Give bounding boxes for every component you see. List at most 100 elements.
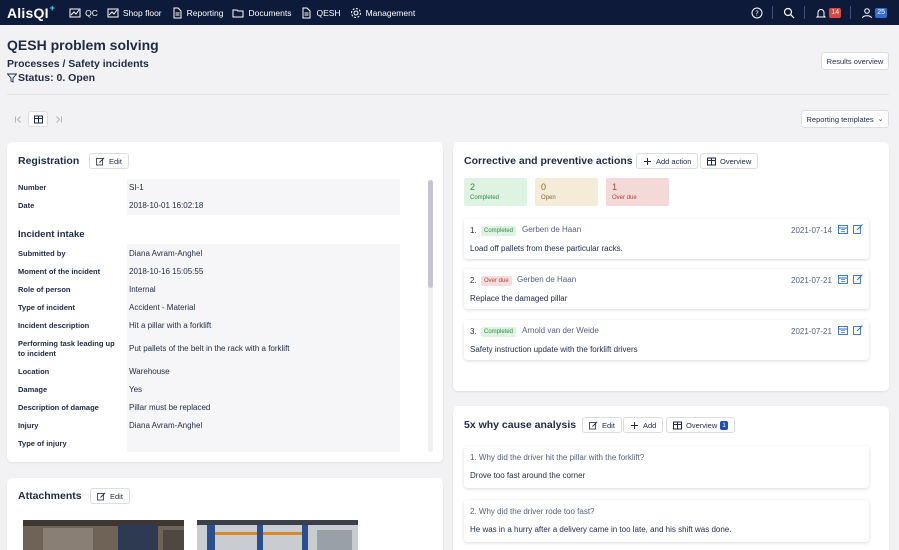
stat-label: Open	[541, 195, 556, 201]
edit-icon[interactable]	[853, 274, 863, 284]
attachments-edit-button[interactable]: Edit	[90, 488, 130, 504]
status-text: Status: 0. Open	[18, 72, 96, 84]
divider	[7, 94, 889, 95]
incident-intake-heading: Incident intake	[18, 229, 85, 240]
nav-item-documents[interactable]: Documents	[232, 7, 291, 19]
reporting-templates-label: Reporting templates	[806, 114, 874, 124]
action-item[interactable]: 2. Over due Gerben de Haan 2021-07-21 Re…	[464, 269, 869, 309]
nav-label: Shop floor	[122, 7, 162, 18]
reporting-templates-dropdown[interactable]: Reporting templates ⌄	[801, 110, 889, 128]
field-value: Put pallets of the belt in the rack with…	[129, 344, 290, 353]
scrollbar-thumb[interactable]	[428, 180, 433, 288]
field-label: Moment of the incident	[18, 267, 101, 276]
nav-item-qesh[interactable]: QESH	[300, 7, 341, 19]
add-label: Add	[643, 420, 657, 430]
nav-item-qc[interactable]: QC	[69, 7, 98, 19]
edit-label: Edit	[110, 491, 123, 501]
action-date: 2021-07-21	[791, 327, 832, 336]
action-owner: Gerben de Haan	[522, 225, 582, 234]
action-icons	[838, 325, 868, 335]
field-label-continued: to incident	[18, 349, 56, 358]
field-value: Diana Avram-Anghel	[129, 249, 203, 258]
stat-label: Completed	[470, 195, 500, 201]
calendar-icon[interactable]	[838, 274, 848, 284]
registration-scrollbar[interactable]	[428, 180, 433, 452]
nav-item-reporting[interactable]: Reporting	[171, 7, 223, 19]
open-count-tile[interactable]: 0 Open	[535, 178, 598, 206]
action-description: Load off pallets from these particular r…	[470, 244, 623, 253]
field-value: Warehouse	[129, 367, 170, 376]
registration-card: Registration Edit Number SI-1 Date 2018-…	[7, 142, 443, 462]
add-action-button[interactable]: Add action	[636, 153, 699, 169]
why-item[interactable]: 2. Why did the driver rode too fast? He …	[464, 500, 869, 542]
chevron-right-icon	[55, 115, 62, 123]
action-date: 2021-07-14	[791, 226, 832, 235]
why-overview-button[interactable]: Overview 1	[666, 417, 735, 433]
edit-label: Edit	[109, 156, 122, 166]
action-item[interactable]: 1. Completed Gerben de Haan 2021-07-14 L…	[464, 219, 869, 259]
bell-icon[interactable]	[815, 7, 827, 19]
edit-icon[interactable]	[853, 325, 863, 335]
separator	[772, 6, 774, 19]
action-item[interactable]: 3. Completed Arnold van der Weide 2021-0…	[464, 320, 869, 360]
previous-view-button[interactable]	[8, 111, 28, 127]
nav-label: Documents	[248, 7, 292, 18]
next-view-button[interactable]	[48, 111, 68, 127]
results-overview-button[interactable]: Results overview	[821, 52, 889, 70]
users-count: 25	[875, 7, 887, 18]
nav-item-shop-floor[interactable]: Shop floor	[107, 7, 162, 19]
top-navigation-bar: AlisQI + QC Shop floor Reporting Document…	[0, 0, 899, 25]
app-logo[interactable]: AlisQI +	[7, 3, 55, 21]
separator	[850, 6, 852, 19]
field-value: Yes	[129, 385, 143, 394]
attachment-thumbnail[interactable]	[197, 520, 358, 550]
action-description: Replace the damaged pillar	[470, 294, 568, 303]
action-number: 1.	[470, 226, 477, 235]
field-value: 2018-10-16 15:05:55	[129, 267, 204, 276]
field-label: Type of injury	[18, 439, 67, 448]
filter-icon	[7, 73, 17, 83]
field-label: Description of damage	[18, 403, 99, 412]
overdue-count-tile[interactable]: 1 Over due	[606, 178, 669, 206]
separator	[804, 6, 806, 19]
completed-count-tile[interactable]: 2 Completed	[464, 178, 527, 206]
why-title: 5x why cause analysis	[464, 419, 577, 431]
folder-icon	[232, 9, 244, 17]
table-view-button[interactable]	[28, 111, 48, 127]
capa-overview-button[interactable]: Overview	[700, 153, 759, 169]
field-label: Submitted by	[18, 249, 66, 258]
user-icon[interactable]	[861, 7, 873, 19]
field-value: Hit a pillar with a forklift	[129, 321, 212, 330]
stat-label: Over due	[612, 195, 637, 201]
registration-edit-button[interactable]: Edit	[89, 153, 129, 169]
edit-icon	[96, 156, 105, 165]
svg-text:?: ?	[756, 9, 760, 17]
status-badge: Over due	[481, 276, 512, 286]
field-label: Incident description	[18, 321, 90, 330]
why-add-button[interactable]: Add	[623, 417, 664, 433]
chart-icon	[107, 8, 119, 17]
edit-icon[interactable]	[853, 224, 863, 234]
why-answer: Drove too fast around the corner	[470, 471, 586, 480]
calendar-icon[interactable]	[838, 325, 848, 335]
why-item[interactable]: 1. Why did the driver hit the pillar wit…	[464, 446, 869, 488]
calendar-icon[interactable]	[838, 224, 848, 234]
why-edit-button[interactable]: Edit	[582, 417, 622, 433]
field-label: Location	[18, 367, 50, 376]
attachment-thumbnail[interactable]	[23, 520, 184, 550]
search-icon[interactable]	[783, 7, 795, 19]
help-icon[interactable]: ?	[751, 7, 763, 19]
action-icons	[838, 274, 868, 284]
edit-icon	[97, 491, 106, 500]
breadcrumb[interactable]: Processes / Safety incidents	[7, 58, 149, 70]
status-filter[interactable]: Status: 0. Open	[7, 72, 95, 84]
status-badge: Completed	[481, 327, 517, 337]
nav-item-management[interactable]: Management	[350, 7, 415, 19]
chevron-left-icon	[14, 115, 21, 123]
document-icon	[302, 7, 311, 18]
field-value: 2018-10-01 16:02:18	[129, 201, 204, 210]
field-label: Type of incident	[18, 303, 75, 312]
action-icons	[838, 224, 868, 234]
gear-icon	[350, 7, 361, 18]
stat-value: 1	[612, 182, 618, 192]
